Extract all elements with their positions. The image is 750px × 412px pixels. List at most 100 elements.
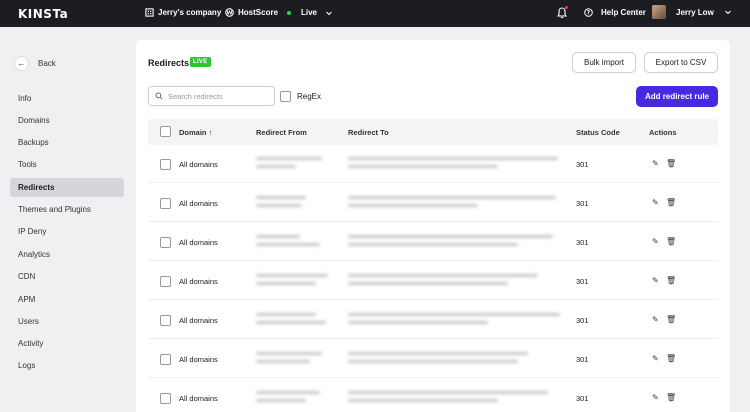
- arrow-left-icon: ←: [14, 56, 29, 71]
- table-row: All domains 301 ✎ 🗑: [148, 379, 718, 412]
- add-redirect-rule-button[interactable]: Add redirect rule: [636, 86, 718, 107]
- row-domain: All domains: [179, 199, 218, 208]
- sidebar-item-backups[interactable]: Backups: [10, 133, 124, 152]
- table-row: All domains 301 ✎ 🗑: [148, 340, 718, 378]
- chevron-down-icon: [724, 10, 731, 15]
- redacted-from: [256, 313, 316, 316]
- redacted-to: [348, 235, 553, 238]
- row-status-code: 301: [576, 199, 589, 208]
- building-icon: [145, 8, 154, 17]
- search-box: [148, 86, 275, 106]
- site-name: HostScore: [238, 8, 279, 17]
- redacted-to: [348, 352, 528, 355]
- table-row: All domains 301 ✎ 🗑: [148, 301, 718, 339]
- notification-dot: [565, 6, 568, 9]
- redacted-to: [348, 243, 518, 246]
- search-icon: [155, 92, 163, 100]
- company-name: Jerry's company: [158, 8, 222, 17]
- row-checkbox[interactable]: [160, 354, 171, 365]
- sidebar-item-tools[interactable]: Tools: [10, 155, 124, 174]
- redacted-to: [348, 282, 508, 285]
- chevron-down-icon: [326, 11, 332, 15]
- table-row: All domains 301 ✎ 🗑: [148, 145, 718, 183]
- row-domain: All domains: [179, 238, 218, 247]
- export-csv-button[interactable]: Export to CSV: [644, 52, 718, 73]
- sidebar-item-analytics[interactable]: Analytics: [10, 245, 124, 264]
- sidebar-item-apm[interactable]: APM: [10, 290, 124, 309]
- redacted-from: [256, 352, 322, 355]
- help-center-label: Help Center: [601, 8, 646, 17]
- redacted-from: [256, 204, 302, 207]
- sidebar-item-users[interactable]: Users: [10, 312, 124, 331]
- row-checkbox[interactable]: [160, 315, 171, 326]
- row-checkbox[interactable]: [160, 276, 171, 287]
- back-button[interactable]: ← Back: [14, 56, 56, 71]
- trash-icon[interactable]: 🗑: [666, 198, 676, 207]
- row-status-code: 301: [576, 355, 589, 364]
- pencil-icon[interactable]: ✎: [652, 198, 659, 207]
- live-badge: LIVE: [190, 57, 211, 67]
- site-switcher[interactable]: W HostScore: [225, 8, 278, 17]
- redacted-to: [348, 196, 556, 199]
- redacted-from: [256, 274, 328, 277]
- pencil-icon[interactable]: ✎: [652, 393, 659, 402]
- page-title: Redirects: [148, 58, 190, 68]
- row-domain: All domains: [179, 394, 218, 403]
- trash-icon[interactable]: 🗑: [666, 393, 676, 402]
- pencil-icon[interactable]: ✎: [652, 354, 659, 363]
- redacted-from: [256, 399, 306, 402]
- column-header-domain[interactable]: Domain ↑: [179, 128, 212, 137]
- help-center-link[interactable]: ? Help Center: [584, 8, 646, 17]
- sidebar-item-domains[interactable]: Domains: [10, 111, 124, 130]
- redacted-from: [256, 243, 320, 246]
- redacted-to: [348, 360, 518, 363]
- sidebar-item-logs[interactable]: Logs: [10, 356, 124, 375]
- regex-toggle[interactable]: RegEx: [280, 91, 321, 102]
- column-header-actions: Actions: [649, 128, 677, 137]
- row-status-code: 301: [576, 316, 589, 325]
- sidebar-item-themes-and-plugins[interactable]: Themes and Plugins: [10, 200, 124, 219]
- redacted-to: [348, 274, 538, 277]
- bulk-import-button[interactable]: Bulk import: [572, 52, 636, 73]
- user-menu[interactable]: Jerry Low: [652, 5, 732, 19]
- column-header-redirect-to: Redirect To: [348, 128, 389, 137]
- kinsta-logo[interactable]: KINSTa: [18, 7, 68, 21]
- pencil-icon[interactable]: ✎: [652, 237, 659, 246]
- sidebar-item-cdn[interactable]: CDN: [10, 267, 124, 286]
- row-checkbox[interactable]: [160, 198, 171, 209]
- trash-icon[interactable]: 🗑: [666, 354, 676, 363]
- wordpress-icon: W: [225, 8, 234, 17]
- sidebar-item-activity[interactable]: Activity: [10, 334, 124, 353]
- environment-switcher[interactable]: Live: [287, 8, 333, 17]
- table-row: All domains 301 ✎ 🗑: [148, 223, 718, 261]
- back-label: Back: [38, 59, 56, 68]
- trash-icon[interactable]: 🗑: [666, 315, 676, 324]
- row-checkbox[interactable]: [160, 237, 171, 248]
- redacted-from: [256, 391, 320, 394]
- regex-checkbox[interactable]: [280, 91, 291, 102]
- pencil-icon[interactable]: ✎: [652, 159, 659, 168]
- trash-icon[interactable]: 🗑: [666, 159, 676, 168]
- sidebar-item-info[interactable]: Info: [10, 89, 124, 108]
- pencil-icon[interactable]: ✎: [652, 276, 659, 285]
- redacted-to: [348, 321, 488, 324]
- row-checkbox[interactable]: [160, 159, 171, 170]
- row-domain: All domains: [179, 316, 218, 325]
- redacted-from: [256, 282, 316, 285]
- sidebar-item-redirects[interactable]: Redirects: [10, 178, 124, 197]
- redacted-to: [348, 391, 548, 394]
- search-input[interactable]: [168, 91, 263, 101]
- sidebar-item-ip-deny[interactable]: IP Deny: [10, 222, 124, 241]
- row-status-code: 301: [576, 277, 589, 286]
- table-row: All domains 301 ✎ 🗑: [148, 262, 718, 300]
- redirects-panel: Redirects LIVE Bulk import Export to CSV…: [136, 40, 730, 412]
- redacted-from: [256, 165, 296, 168]
- company-switcher[interactable]: Jerry's company: [145, 8, 221, 17]
- select-all-checkbox[interactable]: [160, 126, 171, 137]
- redacted-from: [256, 157, 322, 160]
- pencil-icon[interactable]: ✎: [652, 315, 659, 324]
- trash-icon[interactable]: 🗑: [666, 276, 676, 285]
- trash-icon[interactable]: 🗑: [666, 237, 676, 246]
- redacted-to: [348, 204, 478, 207]
- row-checkbox[interactable]: [160, 393, 171, 404]
